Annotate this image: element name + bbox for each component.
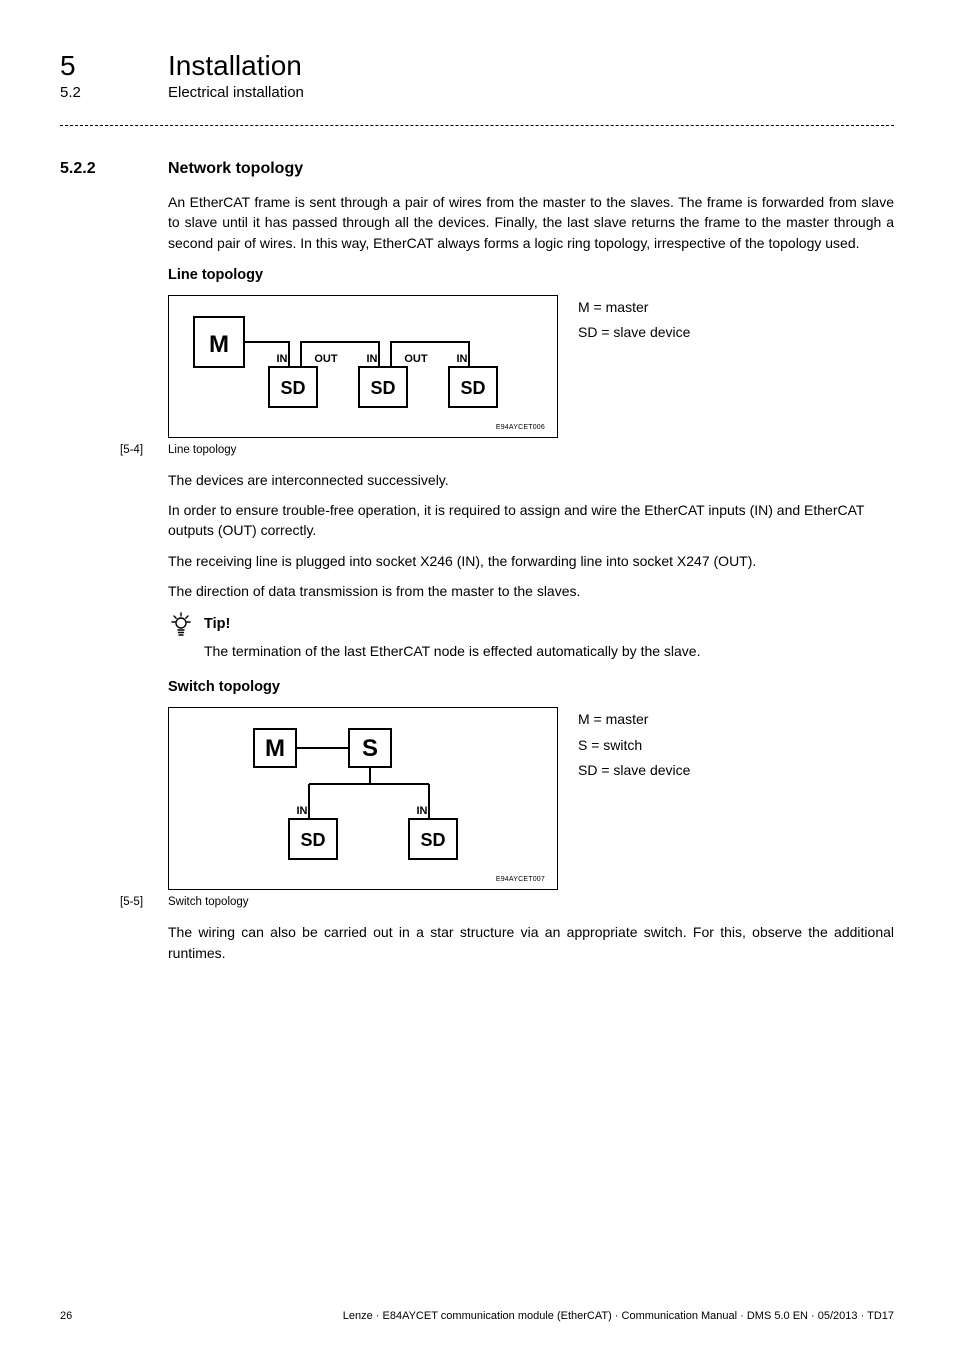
diagram2-label-sd2: SD xyxy=(420,830,445,850)
figure-line-topology: M SD IN OUT SD IN OUT SD IN xyxy=(168,295,558,438)
chapter-title: Installation xyxy=(168,50,302,82)
figure-code-2: E94AYCET007 xyxy=(189,876,545,883)
diagram-label-sd1: SD xyxy=(280,378,305,398)
diagram2-label-in1: IN xyxy=(297,805,308,817)
diagram-label-sd3: SD xyxy=(460,378,485,398)
diagram2-label-m: M xyxy=(265,735,285,762)
paragraph-5: The direction of data transmission is fr… xyxy=(168,581,894,601)
legend2-m: M = master xyxy=(578,707,690,732)
figure-code-1: E94AYCET006 xyxy=(189,424,545,431)
diagram-label-in3: IN xyxy=(457,353,468,365)
diagram-label-in1: IN xyxy=(277,353,288,365)
figure-caption-text-2: Switch topology xyxy=(168,896,249,908)
figure-caption-text-1: Line topology xyxy=(168,444,236,456)
paragraph-6: The wiring can also be carried out in a … xyxy=(168,922,894,963)
figure-legend-2: M = master S = switch SD = slave device xyxy=(578,707,690,783)
diagram-label-in2: IN xyxy=(367,353,378,365)
legend-m: M = master xyxy=(578,295,690,320)
divider xyxy=(60,125,894,126)
figure-caption-num-1: [5-4] xyxy=(120,444,150,456)
lightbulb-icon xyxy=(168,611,194,637)
page-number: 26 xyxy=(60,1310,72,1322)
legend2-s: S = switch xyxy=(578,733,690,758)
footer-doc-id: Lenze · E84AYCET communication module (E… xyxy=(343,1310,894,1322)
subsection-title: Electrical installation xyxy=(168,84,304,101)
heading-line-topology: Line topology xyxy=(168,267,894,283)
figure-caption-num-2: [5-5] xyxy=(120,896,150,908)
diagram-label-sd2: SD xyxy=(370,378,395,398)
diagram-label-out1: OUT xyxy=(314,353,338,365)
legend-sd: SD = slave device xyxy=(578,320,690,345)
chapter-number: 5 xyxy=(60,50,120,82)
paragraph-3: In order to ensure trouble-free operatio… xyxy=(168,500,894,541)
section-number: 5.2.2 xyxy=(60,160,120,178)
section-title: Network topology xyxy=(168,160,303,178)
paragraph-2: The devices are interconnected successiv… xyxy=(168,470,894,490)
tip-text: The termination of the last EtherCAT nod… xyxy=(204,643,894,659)
legend2-sd: SD = slave device xyxy=(578,758,690,783)
subsection-number: 5.2 xyxy=(60,84,120,101)
diagram-label-m: M xyxy=(209,331,229,358)
figure-switch-topology: M S SD IN SD IN E94AYCET007 xyxy=(168,707,558,890)
figure-legend-1: M = master SD = slave device xyxy=(578,295,690,345)
paragraph-4: The receiving line is plugged into socke… xyxy=(168,551,894,571)
tip-label: Tip! xyxy=(204,616,230,632)
diagram2-label-sd1: SD xyxy=(300,830,325,850)
diagram2-label-s: S xyxy=(362,735,378,762)
heading-switch-topology: Switch topology xyxy=(168,679,894,695)
diagram2-label-in2: IN xyxy=(417,805,428,817)
diagram-label-out2: OUT xyxy=(404,353,428,365)
paragraph-intro: An EtherCAT frame is sent through a pair… xyxy=(168,192,894,253)
